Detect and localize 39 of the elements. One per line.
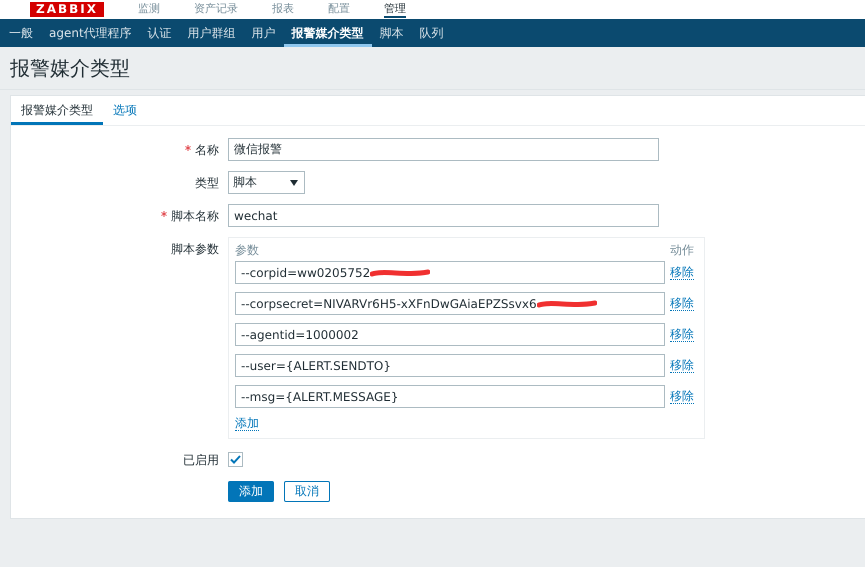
sub-menu-item[interactable]: 认证	[140, 19, 180, 47]
column-header: 动作	[670, 242, 694, 258]
param-input[interactable]: --agentid=1000002	[235, 323, 665, 346]
field-label: 类型	[195, 175, 219, 192]
caret-icon	[290, 180, 298, 186]
add-link[interactable]: 添加	[235, 416, 259, 431]
field-label: 已启用	[183, 452, 219, 469]
remove-link[interactable]: 移除	[670, 389, 694, 404]
sub-menu-item[interactable]: 队列	[412, 19, 452, 47]
param-input[interactable]: --corpsecret=NIVARVr6H5-xXFnDwGAiaEPZSsvx6	[235, 292, 665, 315]
script-name-input[interactable]: wechat	[228, 204, 659, 227]
field-label: 名称	[185, 138, 219, 162]
redaction-mark	[370, 268, 430, 278]
tab[interactable]: 报警媒介类型	[11, 96, 103, 125]
field-label: 脚本参数	[171, 241, 219, 258]
name-input[interactable]: 微信报警	[228, 138, 659, 161]
tab[interactable]: 选项	[103, 96, 147, 125]
field-label: 脚本名称	[161, 204, 219, 228]
logo[interactable]: ZABBIX	[30, 2, 104, 17]
column-header: 参数	[235, 242, 259, 258]
param-input[interactable]: --msg={ALERT.MESSAGE}	[235, 385, 665, 408]
sub-menu-item[interactable]: agent代理程序	[41, 19, 140, 47]
enabled-checkbox[interactable]	[228, 452, 243, 467]
param-input[interactable]: --user={ALERT.SENDTO}	[235, 354, 665, 377]
sub-menu-item[interactable]: 用户群组	[180, 19, 244, 47]
remove-link[interactable]: 移除	[670, 327, 694, 342]
type-select[interactable]: 脚本	[228, 171, 305, 194]
page-title: 报警媒介类型	[10, 54, 130, 82]
sub-menu-item[interactable]: 脚本	[372, 19, 412, 47]
sub-menu-item[interactable]: 报警媒介类型	[284, 19, 372, 47]
redaction-mark	[536, 298, 597, 308]
remove-link[interactable]: 移除	[670, 296, 694, 311]
cancel-button[interactable]: 取消	[284, 481, 330, 502]
sub-menu-item[interactable]: 一般	[9, 19, 41, 47]
remove-link[interactable]: 移除	[670, 358, 694, 373]
param-input[interactable]: --corpid=ww0205752	[235, 261, 665, 284]
sub-menu-item[interactable]: 用户	[244, 19, 284, 47]
remove-link[interactable]: 移除	[670, 265, 694, 280]
add-button[interactable]: 添加	[228, 481, 274, 502]
